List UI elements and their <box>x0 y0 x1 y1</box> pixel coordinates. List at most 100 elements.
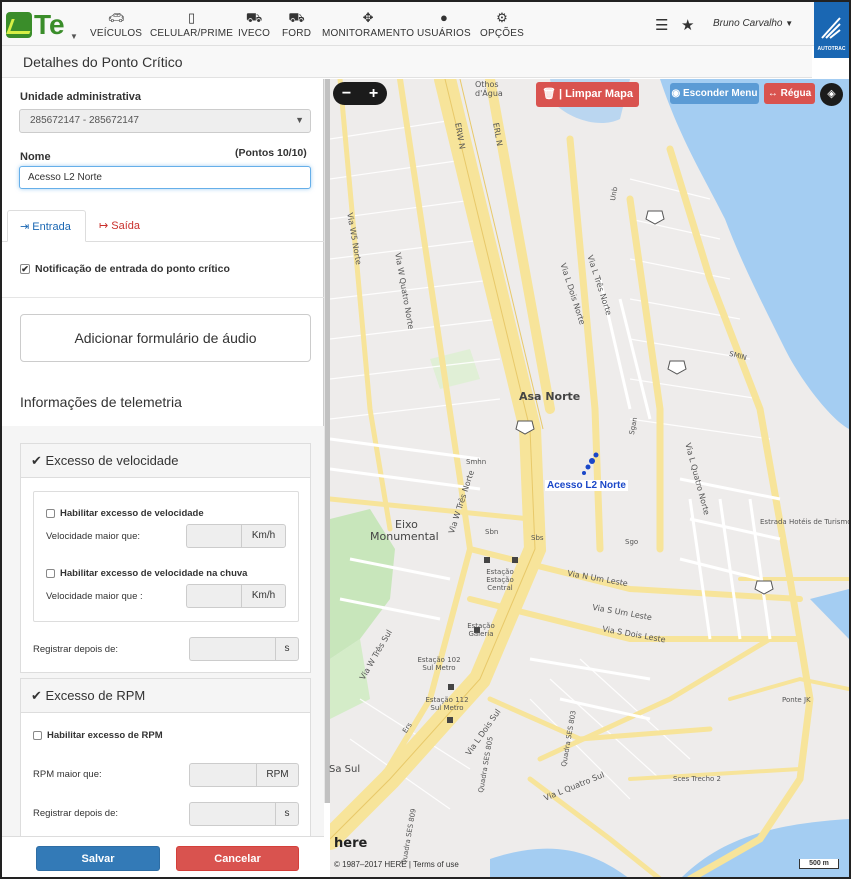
caret-down-icon: ▼ <box>785 19 794 28</box>
rain-speed-unit-addon: Km/h <box>241 584 286 608</box>
map-label: Ponte JK <box>782 696 811 704</box>
unit-label: Unidade administrativa <box>20 91 142 103</box>
rain-speed-input[interactable] <box>186 584 241 608</box>
entry-notification-label: Notificação de entrada do ponto crítico <box>35 263 230 275</box>
check-icon: ✔ <box>31 453 42 468</box>
rpm-card-header[interactable]: ✔ Excesso de RPM <box>21 679 310 713</box>
entry-notification-checkbox[interactable]: ✔ Notificação de entrada do ponto crític… <box>20 263 230 275</box>
add-audio-form-button[interactable]: Adicionar formulário de áudio <box>20 314 311 362</box>
layers-button[interactable]: ◈ <box>820 83 843 106</box>
user-name: Bruno Carvalho <box>713 18 783 29</box>
app-window: Te ▼ 🚗︎ VEÍCULOS ▯ CELULAR/PRIME ⛟ IVECO… <box>0 0 851 879</box>
checkbox-icon <box>46 509 55 518</box>
map-label: Sbs <box>531 534 544 542</box>
name-label: Nome <box>20 151 51 163</box>
map-label: Estação 112 Sul Metro <box>425 696 469 712</box>
rpm-limit-label: RPM maior que: <box>33 769 102 780</box>
autotrac-mark-icon <box>821 17 841 39</box>
user-menu[interactable]: Bruno Carvalho ▼ <box>713 18 793 29</box>
nav-iveco[interactable]: ⛟ IVECO <box>238 10 270 39</box>
rpm-unit-addon: RPM <box>256 763 299 787</box>
map-scale: 500 m <box>799 859 839 869</box>
speed-card-header[interactable]: ✔ Excesso de velocidade <box>21 444 310 478</box>
nav-monitoring[interactable]: ✥ MONITORAMENTO <box>322 10 414 39</box>
rpm-register-input-group: s <box>189 802 299 826</box>
speed-card-title: Excesso de velocidade <box>45 453 179 468</box>
star-icon[interactable]: ★ <box>681 16 694 34</box>
divider <box>2 297 324 298</box>
poi-label[interactable]: Acesso L2 Norte <box>545 480 628 491</box>
map-label: Sa Sul <box>329 764 361 775</box>
enable-rpm-checkbox[interactable]: Habilitar excesso de RPM <box>33 730 163 741</box>
nav-ford[interactable]: ⛟ FORD <box>282 10 311 39</box>
user-icon: ● <box>439 10 448 25</box>
nav-vehicles[interactable]: 🚗︎ VEÍCULOS <box>90 10 142 39</box>
map-label: Estação Estação Central <box>486 568 514 592</box>
rain-speed-input-group: Km/h <box>186 584 286 608</box>
map-label: Sbn <box>485 528 499 536</box>
ruler-label: Régua <box>780 88 812 99</box>
gears-icon: ⚙ <box>496 10 508 25</box>
truck-icon: ⛟ <box>245 10 263 25</box>
nav-label: FORD <box>282 28 312 39</box>
nav-label: VEÍCULOS <box>90 28 143 39</box>
nav-users[interactable]: ● USUÁRIOS <box>417 10 471 39</box>
nav-phone-prime[interactable]: ▯ CELULAR/PRIME <box>150 10 233 39</box>
zoom-out-button[interactable]: − <box>342 85 351 103</box>
map-label: Smhn <box>466 458 487 466</box>
autotrac-logo: AUTOTRAC <box>814 2 849 58</box>
clear-map-label: Limpar Mapa <box>565 88 634 100</box>
name-input[interactable]: Acesso L2 Norte <box>19 166 311 189</box>
enable-speed-label: Habilitar excesso de velocidade <box>60 508 204 519</box>
speed-register-label: Registrar depois de: <box>33 644 119 655</box>
map-canvas[interactable] <box>330 79 849 879</box>
speed-limit-input[interactable] <box>186 524 241 548</box>
phone-icon: ▯ <box>188 10 196 25</box>
list-icon[interactable]: ☰ <box>655 16 668 34</box>
rpm-card-title: Excesso de RPM <box>45 688 146 703</box>
crosshair-icon: ✥ <box>362 10 374 25</box>
save-button[interactable]: Salvar <box>36 846 160 871</box>
rpm-register-label: Registrar depois de: <box>33 808 119 819</box>
speed-limit-input-group: Km/h <box>186 524 286 548</box>
rpm-limit-input[interactable] <box>189 763 256 787</box>
speed-register-input-group: s <box>189 637 299 661</box>
checkbox-checked-icon: ✔ <box>20 264 30 274</box>
top-navbar: Te ▼ 🚗︎ VEÍCULOS ▯ CELULAR/PRIME ⛟ IVECO… <box>2 2 849 46</box>
zoom-in-button[interactable]: + <box>369 85 378 103</box>
map-label: Estação 102 Sul Metro <box>417 656 461 672</box>
cancel-button[interactable]: Cancelar <box>176 846 299 871</box>
enable-rpm-label: Habilitar excesso de RPM <box>47 730 163 741</box>
speed-limit-label: Velocidade maior que: <box>46 531 141 542</box>
speed-register-input[interactable] <box>189 637 275 661</box>
logo-text: Te <box>34 9 65 40</box>
map-view[interactable] <box>330 79 849 879</box>
nav-options[interactable]: ⚙ OPÇÕES <box>480 10 524 39</box>
map-label: Estrada Hotéis de Turismo <box>760 518 851 526</box>
name-input-value: Acesso L2 Norte <box>28 172 102 183</box>
tab-entrada[interactable]: ⇥ Entrada <box>7 210 86 242</box>
map-label: Sces Trecho 2 <box>673 775 721 783</box>
page-header: Detalhes do Ponto Crítico <box>2 46 812 78</box>
clear-map-button[interactable]: 🗑︎ | Limpar Mapa <box>536 82 639 107</box>
tab-label: Saída <box>111 220 141 232</box>
logo-caret-icon[interactable]: ▼ <box>70 32 78 41</box>
nav-label: CELULAR/PRIME <box>150 28 234 39</box>
ruler-button[interactable]: ↔ Régua <box>764 83 815 104</box>
map-copyright[interactable]: © 1987–2017 HERE | Terms of use <box>334 860 459 869</box>
tab-saida[interactable]: ↦ Saída <box>87 210 152 242</box>
unit-select[interactable]: 285672147 - 285672147 ▼ <box>19 109 311 133</box>
rpm-register-input[interactable] <box>189 802 275 826</box>
telemetry-title: Informações de telemetria <box>20 394 182 410</box>
page-title: Detalhes do Ponto Crítico <box>23 54 183 70</box>
enable-rain-speed-checkbox[interactable]: Habilitar excesso de velocidade na chuva <box>46 568 247 579</box>
sign-in-icon: ⇥ <box>20 221 30 233</box>
form-footer: Salvar Cancelar <box>2 836 324 877</box>
map-label: Asa Norte <box>519 390 581 403</box>
checkbox-icon <box>46 569 55 578</box>
nav-label: IVECO <box>238 28 271 39</box>
add-audio-label: Adicionar formulário de áudio <box>74 330 257 346</box>
enable-speed-checkbox[interactable]: Habilitar excesso de velocidade <box>46 508 204 519</box>
map-label: Sgo <box>625 538 639 546</box>
hide-menu-button[interactable]: ◉ Esconder Menu <box>670 83 759 104</box>
